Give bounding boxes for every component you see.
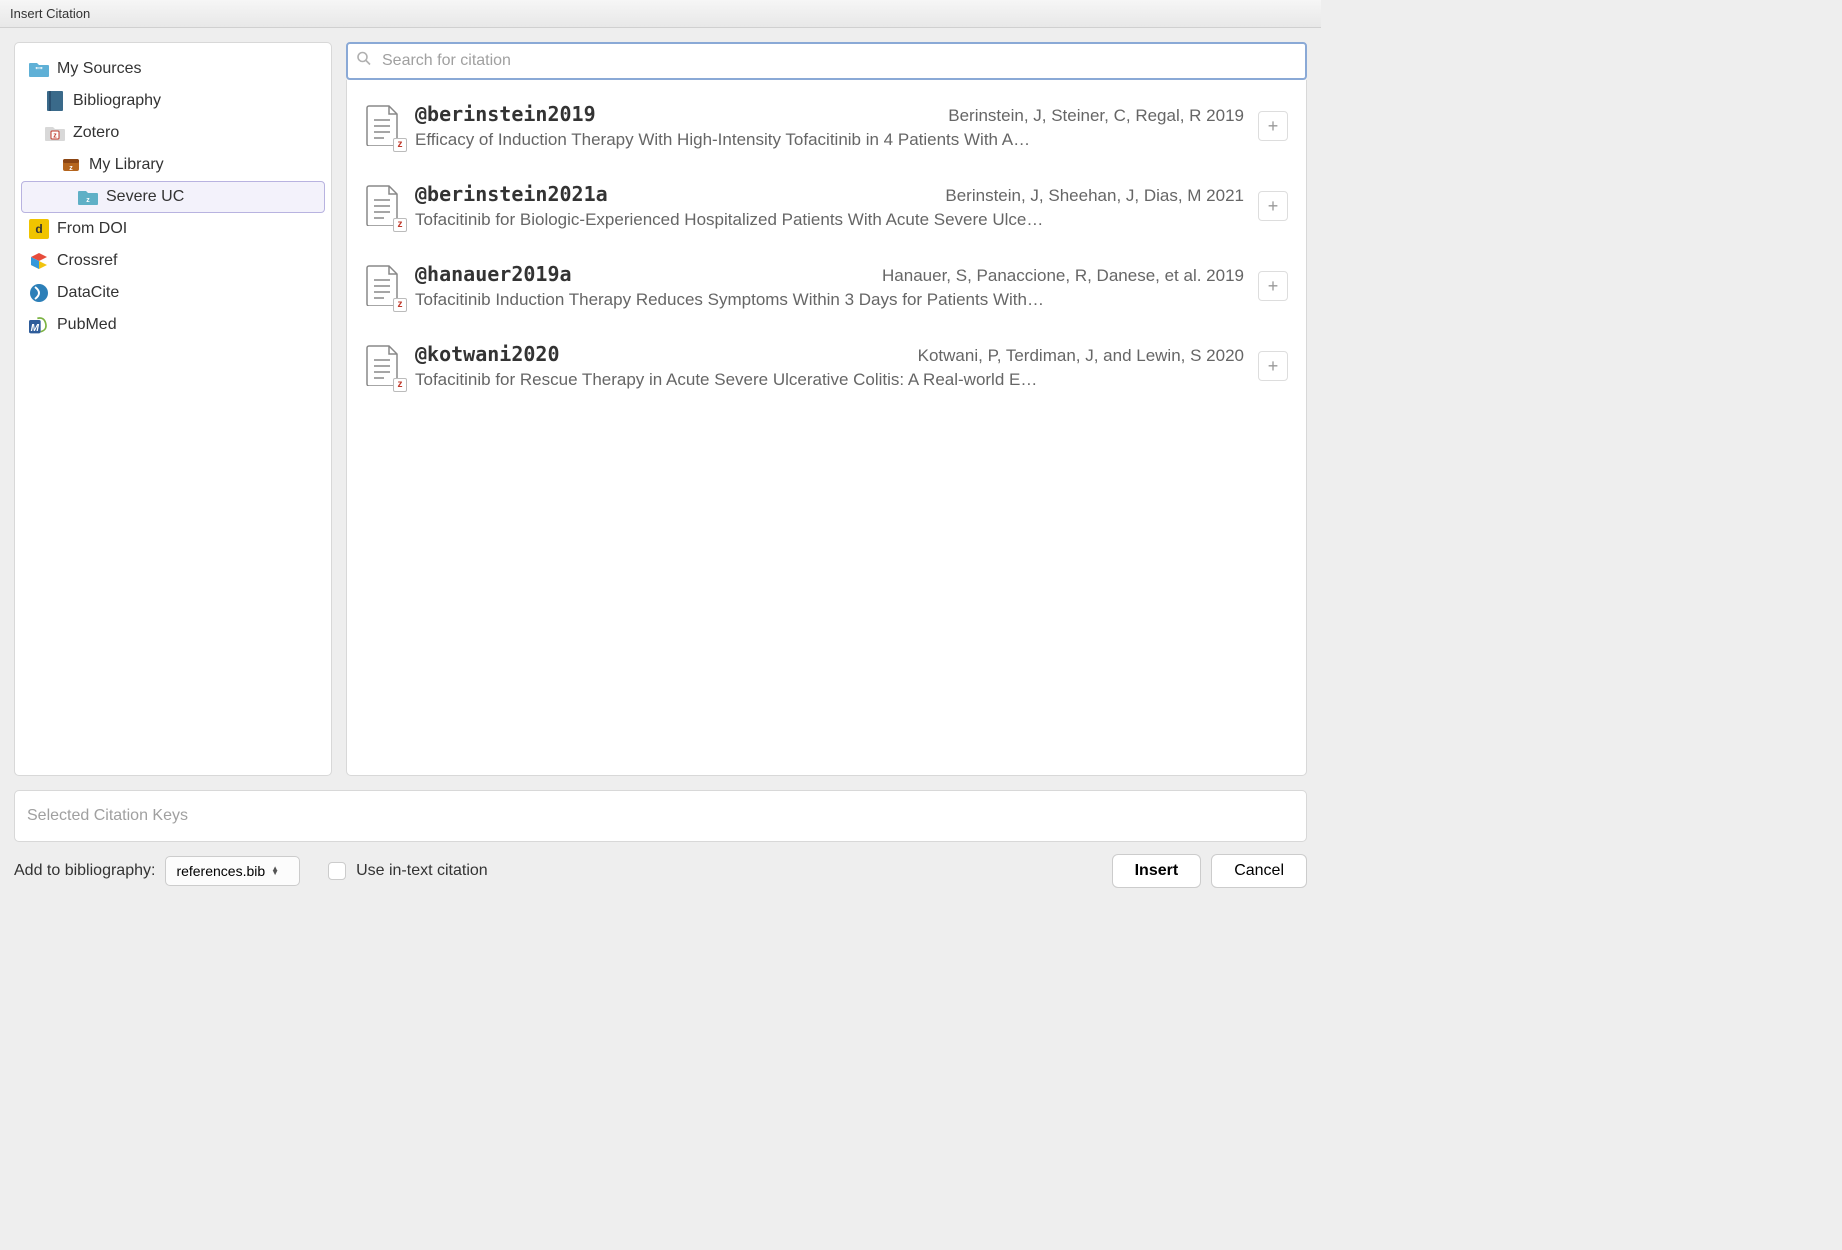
sidebar-item-from-doi[interactable]: d From DOI (21, 213, 325, 245)
sidebar-item-my-library[interactable]: z My Library (21, 149, 325, 181)
citation-title: Tofacitinib for Rescue Therapy in Acute … (415, 370, 1244, 390)
zotero-badge-icon: z (393, 378, 407, 392)
source-sidebar: "" My Sources Bibliography z Zotero z My… (14, 42, 332, 776)
svg-text:d: d (35, 222, 42, 236)
sidebar-item-zotero[interactable]: z Zotero (21, 117, 325, 149)
book-icon (45, 91, 65, 111)
selected-keys-placeholder: Selected Citation Keys (27, 807, 188, 825)
titlebar: Insert Citation (0, 0, 1321, 28)
crossref-icon (29, 251, 49, 271)
window-title: Insert Citation (10, 6, 90, 21)
add-to-bib-label: Add to bibliography: (14, 862, 155, 880)
bibliography-select-value: references.bib (176, 863, 265, 879)
svg-text:M: M (31, 323, 40, 334)
citation-authors: Berinstein, J, Sheehan, J, Dias, M 2021 (945, 186, 1244, 206)
sidebar-item-label: Bibliography (73, 92, 161, 110)
sidebar-item-crossref[interactable]: Crossref (21, 245, 325, 277)
sidebar-item-label: Zotero (73, 124, 119, 142)
insert-button[interactable]: Insert (1112, 854, 1202, 888)
citation-result[interactable]: z @hanauer2019a Hanauer, S, Panaccione, … (347, 246, 1306, 326)
doi-icon: d (29, 219, 49, 239)
svg-text:z: z (86, 197, 90, 204)
document-icon: z (365, 184, 401, 226)
sidebar-item-label: My Library (89, 156, 164, 174)
search-icon (356, 51, 372, 72)
pubmed-icon: M (29, 315, 49, 335)
plus-icon: + (1268, 276, 1279, 297)
citation-results: z @berinstein2019 Berinstein, J, Steiner… (346, 80, 1307, 776)
citation-title: Efficacy of Induction Therapy With High-… (415, 130, 1244, 150)
add-citation-button[interactable]: + (1258, 271, 1288, 301)
sidebar-item-datacite[interactable]: DataCite (21, 277, 325, 309)
svg-text:z: z (53, 133, 57, 140)
citation-key: @kotwani2020 (415, 342, 560, 366)
zotero-badge-icon: z (393, 218, 407, 232)
sidebar-item-label: My Sources (57, 60, 141, 78)
sources-icon: "" (29, 59, 49, 79)
main-area: "" My Sources Bibliography z Zotero z My… (0, 28, 1321, 790)
cancel-button[interactable]: Cancel (1211, 854, 1307, 888)
zotero-folder-teal-icon: z (78, 187, 98, 207)
result-body: @berinstein2019 Berinstein, J, Steiner, … (415, 102, 1244, 150)
result-body: @hanauer2019a Hanauer, S, Panaccione, R,… (415, 262, 1244, 310)
datacite-icon (29, 283, 49, 303)
citation-result[interactable]: z @berinstein2019 Berinstein, J, Steiner… (347, 86, 1306, 166)
document-icon: z (365, 344, 401, 386)
content-pane: z @berinstein2019 Berinstein, J, Steiner… (346, 42, 1307, 776)
add-citation-button[interactable]: + (1258, 191, 1288, 221)
citation-authors: Hanauer, S, Panaccione, R, Danese, et al… (882, 266, 1244, 286)
citation-title: Tofacitinib Induction Therapy Reduces Sy… (415, 290, 1244, 310)
citation-result[interactable]: z @berinstein2021a Berinstein, J, Sheeha… (347, 166, 1306, 246)
citation-title: Tofacitinib for Biologic-Experienced Hos… (415, 210, 1244, 230)
sidebar-item-severe-uc[interactable]: z Severe UC (21, 181, 325, 213)
zotero-folder-icon: z (45, 123, 65, 143)
sidebar-item-label: PubMed (57, 316, 117, 334)
document-icon: z (365, 104, 401, 146)
sidebar-item-label: From DOI (57, 220, 127, 238)
zotero-badge-icon: z (393, 298, 407, 312)
result-body: @kotwani2020 Kotwani, P, Terdiman, J, an… (415, 342, 1244, 390)
sidebar-item-my-sources[interactable]: "" My Sources (21, 53, 325, 85)
add-citation-button[interactable]: + (1258, 351, 1288, 381)
svg-text:"": "" (35, 66, 43, 75)
citation-key: @berinstein2021a (415, 182, 608, 206)
selected-citation-keys[interactable]: Selected Citation Keys (14, 790, 1307, 842)
use-intext-label: Use in-text citation (356, 862, 488, 880)
bibliography-select[interactable]: references.bib ▲▼ (165, 856, 300, 886)
plus-icon: + (1268, 116, 1279, 137)
plus-icon: + (1268, 356, 1279, 377)
zotero-badge-icon: z (393, 138, 407, 152)
zotero-box-icon: z (61, 155, 81, 175)
search-input[interactable] (346, 42, 1307, 80)
use-intext-checkbox[interactable] (328, 862, 346, 880)
result-body: @berinstein2021a Berinstein, J, Sheehan,… (415, 182, 1244, 230)
sidebar-item-label: Crossref (57, 252, 117, 270)
search-wrap (346, 42, 1307, 80)
citation-key: @berinstein2019 (415, 102, 596, 126)
citation-key: @hanauer2019a (415, 262, 572, 286)
citation-authors: Berinstein, J, Steiner, C, Regal, R 2019 (948, 106, 1244, 126)
add-citation-button[interactable]: + (1258, 111, 1288, 141)
document-icon: z (365, 264, 401, 306)
plus-icon: + (1268, 196, 1279, 217)
sidebar-item-label: DataCite (57, 284, 119, 302)
svg-text:z: z (69, 165, 73, 172)
citation-authors: Kotwani, P, Terdiman, J, and Lewin, S 20… (918, 346, 1244, 366)
sidebar-item-pubmed[interactable]: M PubMed (21, 309, 325, 341)
footer: Add to bibliography: references.bib ▲▼ U… (0, 842, 1321, 900)
sidebar-item-label: Severe UC (106, 188, 184, 206)
citation-result[interactable]: z @kotwani2020 Kotwani, P, Terdiman, J, … (347, 326, 1306, 406)
sidebar-item-bibliography[interactable]: Bibliography (21, 85, 325, 117)
select-arrows-icon: ▲▼ (271, 867, 279, 875)
